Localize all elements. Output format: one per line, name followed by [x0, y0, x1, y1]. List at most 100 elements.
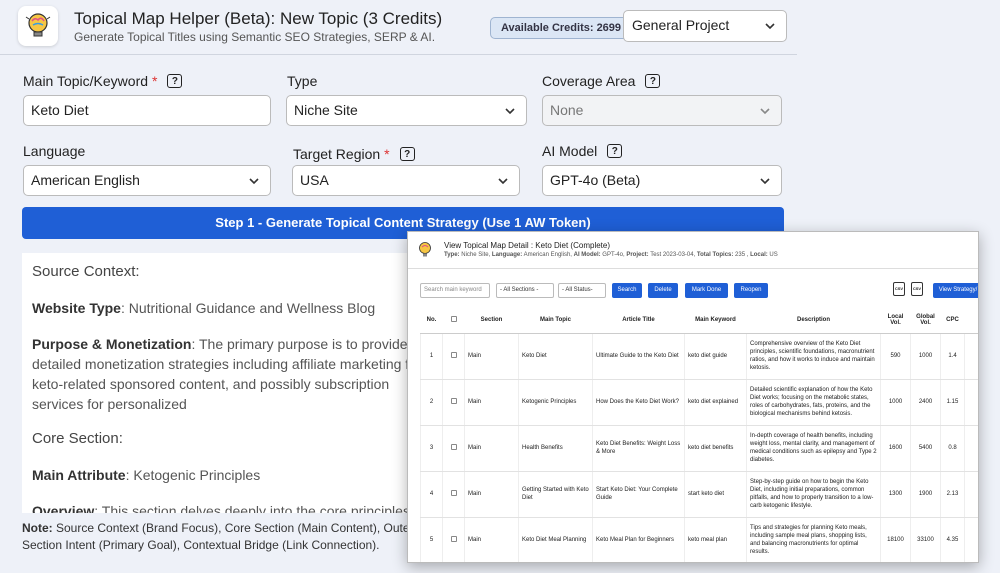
overlay-title: View Topical Map Detail : Keto Diet (Com…	[444, 241, 610, 250]
row-checkbox[interactable]	[442, 379, 465, 426]
app-header: Topical Map Helper (Beta): New Topic (3 …	[0, 0, 1000, 56]
col-select[interactable]	[442, 307, 465, 334]
row-description: Detailed scientific explanation of how t…	[746, 379, 881, 426]
help-icon[interactable]: ?	[607, 144, 623, 158]
project-select[interactable]: General Project	[623, 10, 787, 42]
row-number: 1	[420, 333, 443, 380]
strategy-panel: Source Context: Website Type: Nutritiona…	[22, 253, 432, 513]
main-topic-label: Main Topic/Keyword * ?	[23, 73, 183, 89]
row-section: Main	[464, 379, 519, 426]
row-checkbox[interactable]	[442, 517, 465, 562]
help-icon[interactable]: ?	[399, 147, 415, 161]
topical-map-table: No. Section Main Topic Article Title Mai…	[420, 307, 978, 562]
main-topic-input[interactable]: Keto Diet	[23, 95, 271, 126]
table-row[interactable]: 2 Main Ketogenic Principles How Does the Ke…	[420, 379, 978, 426]
row-main-topic: Getting Started with Keto Diet	[518, 471, 593, 518]
row-local-vol: 590	[880, 333, 911, 380]
row-main-keyword: keto diet explained	[684, 379, 747, 426]
chevron-down-icon	[760, 178, 770, 185]
core-section-heading: Core Section:	[32, 430, 123, 447]
row-main-topic: Health Benefits	[518, 425, 593, 472]
col-main-topic: Main Topic	[518, 307, 593, 334]
row-section: Main	[464, 471, 519, 518]
row-select-checkbox[interactable]	[450, 351, 457, 358]
help-icon[interactable]: ?	[645, 74, 661, 88]
source-context-heading: Source Context:	[32, 263, 140, 280]
type-label: Type	[287, 73, 318, 89]
col-no: No.	[420, 307, 443, 334]
coverage-select[interactable]: None	[542, 95, 782, 126]
row-checkbox[interactable]	[442, 471, 465, 518]
search-button[interactable]: Search	[612, 283, 642, 298]
main-attribute-text: Main Attribute: Ketogenic Principles	[32, 467, 261, 483]
row-main-keyword: keto diet benefits	[684, 425, 747, 472]
row-cpc: 1.4	[940, 333, 965, 380]
row-global-vol: 2400	[910, 379, 941, 426]
row-main-keyword: keto diet guide	[684, 333, 747, 380]
row-article-title: Start Keto Diet: Your Complete Guide	[592, 471, 685, 518]
col-cpc: CPC	[940, 307, 965, 334]
row-main-keyword: keto meal plan	[684, 517, 747, 562]
row-article-title: Keto Diet Benefits: Weight Loss & More	[592, 425, 685, 472]
chevron-down-icon	[760, 108, 770, 115]
row-local-vol: 18100	[880, 517, 911, 562]
view-strategy-button[interactable]: View Strategy/	[933, 283, 978, 298]
region-select[interactable]: USA	[292, 165, 520, 196]
project-select-value: General Project	[632, 17, 730, 33]
reopen-button[interactable]: Reopen	[734, 283, 768, 298]
table-header-row: No. Section Main Topic Article Title Mai…	[420, 307, 978, 334]
row-select-checkbox[interactable]	[450, 397, 457, 404]
row-extra	[964, 333, 978, 380]
row-number: 4	[420, 471, 443, 518]
chevron-down-icon	[249, 178, 259, 185]
row-description: Comprehensive overview of the Keto Diet …	[746, 333, 881, 380]
row-checkbox[interactable]	[442, 425, 465, 472]
row-section: Main	[464, 425, 519, 472]
chevron-down-icon	[765, 23, 775, 30]
row-description: In-depth coverage of health benefits, in…	[746, 425, 881, 472]
row-main-topic: Keto Diet Meal Planning	[518, 517, 593, 562]
row-select-checkbox[interactable]	[450, 535, 457, 542]
col-main-keyword: Main Keyword	[684, 307, 747, 334]
csv-download-icon[interactable]: CSV	[911, 282, 923, 296]
col-global-vol: Global Vol.	[910, 307, 941, 334]
search-keyword-input[interactable]: Search main keyword	[420, 283, 490, 298]
row-cpc: 4.35	[940, 517, 965, 562]
row-global-vol: 1900	[910, 471, 941, 518]
sections-filter-select[interactable]: - All Sections -	[496, 283, 554, 298]
row-extra	[964, 425, 978, 472]
table-row[interactable]: 3 Main Health Benefits Keto Diet Benefits: …	[420, 425, 978, 472]
table-row[interactable]: 1 Main Keto Diet Ultimate Guide to the Keto…	[420, 333, 978, 380]
ai-model-select[interactable]: GPT-4o (Beta)	[542, 165, 782, 196]
csv-export-icon[interactable]: CSV	[893, 282, 905, 296]
table-row[interactable]: 4 Main Getting Started with Keto Diet Start…	[420, 471, 978, 518]
row-select-checkbox[interactable]	[450, 443, 457, 450]
overlay-header: View Topical Map Detail : Keto Diet (Com…	[416, 238, 976, 266]
website-type-text: Website Type: Nutritional Guidance and W…	[32, 300, 376, 316]
row-local-vol: 1000	[880, 379, 911, 426]
mark-done-button[interactable]: Mark Done	[685, 283, 728, 298]
row-extra	[964, 379, 978, 426]
status-filter-select[interactable]: - All Status-	[558, 283, 606, 298]
row-global-vol: 5400	[910, 425, 941, 472]
chevron-down-icon	[498, 178, 508, 185]
table-row[interactable]: 5 Main Keto Diet Meal Planning Keto Meal Pl…	[420, 517, 978, 562]
type-select[interactable]: Niche Site	[286, 95, 527, 126]
topical-map-detail-window: View Topical Map Detail : Keto Diet (Com…	[407, 231, 979, 563]
language-select[interactable]: American English	[23, 165, 271, 196]
overlay-divider	[408, 268, 978, 269]
row-select-checkbox[interactable]	[450, 489, 457, 496]
chevron-down-icon	[505, 108, 515, 115]
row-article-title: Keto Meal Plan for Beginners	[592, 517, 685, 562]
help-icon[interactable]: ?	[167, 74, 183, 88]
col-local-vol: Local Vol.	[880, 307, 911, 334]
delete-button[interactable]: Delete	[648, 283, 678, 298]
row-checkbox[interactable]	[442, 333, 465, 380]
select-all-checkbox[interactable]	[450, 315, 457, 322]
overview-text: Overview: This section delves deeply int…	[32, 503, 410, 513]
row-main-keyword: start keto diet	[684, 471, 747, 518]
row-description: Tips and strategies for planning Keto me…	[746, 517, 881, 562]
row-number: 2	[420, 379, 443, 426]
row-extra	[964, 471, 978, 518]
row-number: 3	[420, 425, 443, 472]
